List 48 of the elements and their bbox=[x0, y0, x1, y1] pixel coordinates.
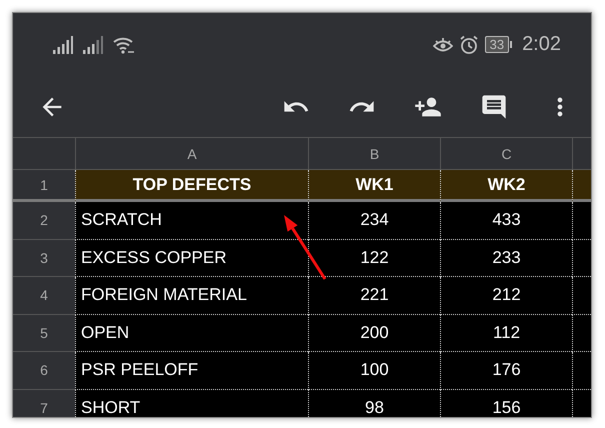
row-number[interactable]: 5 bbox=[13, 314, 75, 352]
battery-level: 33 bbox=[484, 36, 510, 53]
table-cell[interactable]: 122 bbox=[308, 240, 440, 277]
table-cell[interactable] bbox=[572, 352, 591, 390]
column-header[interactable]: B bbox=[308, 138, 440, 170]
signal-icon bbox=[83, 36, 103, 54]
table-cell[interactable]: 200 bbox=[308, 314, 440, 352]
row-number[interactable]: 1 bbox=[13, 170, 75, 202]
clock-time: 2:02 bbox=[522, 33, 561, 56]
row-number[interactable]: 4 bbox=[13, 277, 75, 314]
table-cell[interactable]: 212 bbox=[440, 277, 572, 314]
table-cell[interactable]: WK2 bbox=[440, 170, 572, 202]
table-cell[interactable]: 100 bbox=[308, 352, 440, 390]
comment-icon[interactable] bbox=[480, 92, 508, 120]
table-cell[interactable]: OPEN bbox=[75, 314, 308, 352]
row-number[interactable]: 7 bbox=[13, 390, 75, 417]
table-cell[interactable]: SHORT bbox=[75, 390, 308, 417]
table-cell[interactable] bbox=[572, 170, 591, 202]
pointer-arrow bbox=[284, 215, 326, 280]
table-cell[interactable] bbox=[572, 390, 591, 417]
table-cell[interactable]: 233 bbox=[440, 240, 572, 277]
corner-cell[interactable] bbox=[13, 138, 75, 170]
table-cell[interactable] bbox=[572, 314, 591, 352]
column-header[interactable]: C bbox=[440, 138, 572, 170]
alarm-icon bbox=[458, 34, 479, 54]
table-cell[interactable] bbox=[572, 202, 591, 240]
table-cell[interactable]: FOREIGN MATERIAL bbox=[75, 277, 308, 314]
table-cell[interactable]: TOP DEFECTS bbox=[75, 170, 308, 202]
wifi-icon bbox=[113, 36, 135, 54]
table-cell[interactable]: 176 bbox=[440, 352, 572, 390]
table-cell[interactable]: 221 bbox=[308, 277, 440, 314]
table-cell[interactable] bbox=[572, 240, 591, 277]
eye-icon bbox=[432, 36, 453, 54]
column-header[interactable]: A bbox=[75, 138, 308, 170]
signal-icon bbox=[53, 36, 73, 54]
table-cell[interactable]: 234 bbox=[308, 202, 440, 240]
table-cell[interactable]: 433 bbox=[440, 202, 572, 240]
table-cell[interactable]: EXCESS COPPER bbox=[75, 240, 308, 277]
table-cell[interactable] bbox=[572, 277, 591, 314]
table-cell[interactable]: 156 bbox=[440, 390, 572, 417]
row-number[interactable]: 3 bbox=[13, 240, 75, 277]
row-number[interactable]: 2 bbox=[13, 202, 75, 240]
row-number[interactable]: 6 bbox=[13, 352, 75, 390]
table-cell[interactable]: 112 bbox=[440, 314, 572, 352]
table-cell[interactable]: 98 bbox=[308, 390, 440, 417]
table-cell[interactable]: SCRATCH bbox=[75, 202, 308, 240]
table-cell[interactable]: WK1 bbox=[308, 170, 440, 202]
table-cell[interactable]: PSR PEELOFF bbox=[75, 352, 308, 390]
